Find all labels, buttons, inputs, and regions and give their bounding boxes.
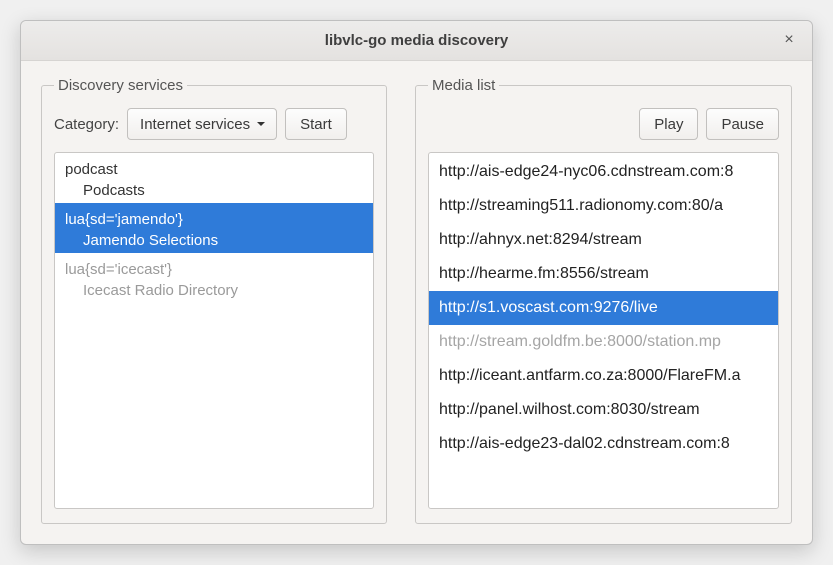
media-list[interactable]: http://ais-edge24-nyc06.cdnstream.com:8h…: [428, 152, 779, 509]
discovery-tree-item-name: lua{sd='icecast'}: [65, 259, 363, 280]
media-list-item[interactable]: http://ais-edge23-dal02.cdnstream.com:8: [429, 427, 778, 461]
category-combobox[interactable]: Internet services: [127, 108, 277, 140]
play-button[interactable]: Play: [639, 108, 698, 140]
media-list-item[interactable]: http://stream.goldfm.be:8000/station.mp: [429, 325, 778, 359]
category-label: Category:: [54, 116, 119, 133]
close-button[interactable]: ×: [778, 29, 800, 51]
media-list-item[interactable]: http://ais-edge24-nyc06.cdnstream.com:8: [429, 155, 778, 189]
discovery-tree-item-name: podcast: [65, 159, 363, 180]
discovery-tree-item-label: Jamendo Selections: [65, 230, 363, 251]
content-area: Discovery services Category: Internet se…: [21, 61, 812, 544]
media-list-group: Media list Play Pause http://ais-edge24-…: [415, 77, 792, 524]
discovery-tree-item-label: Podcasts: [65, 180, 363, 201]
main-window: libvlc-go media discovery × Discovery se…: [20, 20, 813, 545]
window-title: libvlc-go media discovery: [325, 32, 508, 49]
media-list-item[interactable]: http://panel.wilhost.com:8030/stream: [429, 393, 778, 427]
media-list-item[interactable]: http://iceant.antfarm.co.za:8000/FlareFM…: [429, 359, 778, 393]
discovery-tree-item[interactable]: podcastPodcasts: [55, 153, 373, 203]
close-icon: ×: [784, 31, 793, 49]
titlebar: libvlc-go media discovery ×: [21, 21, 812, 61]
category-combobox-value: Internet services: [140, 116, 250, 133]
discovery-tree-item[interactable]: lua{sd='jamendo'}Jamendo Selections: [55, 203, 373, 253]
discovery-tree-item-name: lua{sd='jamendo'}: [65, 209, 363, 230]
chevron-down-icon: [256, 119, 266, 129]
media-controls-row: Play Pause: [428, 108, 779, 140]
start-button[interactable]: Start: [285, 108, 347, 140]
category-row: Category: Internet services Start: [54, 108, 374, 140]
media-list-item[interactable]: http://streaming511.radionomy.com:80/a: [429, 189, 778, 223]
discovery-tree-item-label: Icecast Radio Directory: [65, 280, 363, 301]
media-list-item[interactable]: http://ahnyx.net:8294/stream: [429, 223, 778, 257]
media-list-item[interactable]: http://s1.voscast.com:9276/live: [429, 291, 778, 325]
discovery-tree-item[interactable]: lua{sd='icecast'}Icecast Radio Directory: [55, 253, 373, 303]
pause-button[interactable]: Pause: [706, 108, 779, 140]
media-list-item[interactable]: http://hearme.fm:8556/stream: [429, 257, 778, 291]
media-list-legend: Media list: [428, 77, 499, 94]
discovery-services-group: Discovery services Category: Internet se…: [41, 77, 387, 524]
discovery-services-legend: Discovery services: [54, 77, 187, 94]
discovery-tree[interactable]: podcastPodcastslua{sd='jamendo'}Jamendo …: [54, 152, 374, 509]
